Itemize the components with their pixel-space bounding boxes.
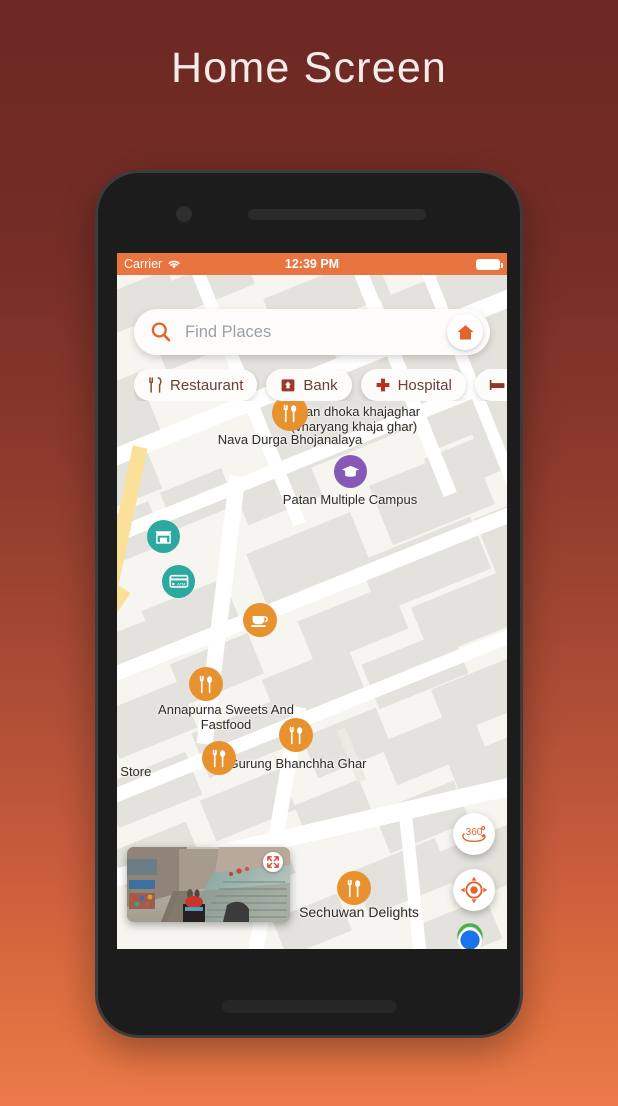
locate-crosshair-icon: [460, 876, 488, 904]
phone-mockup: Carrier 12:39 PM Find Places Restaurant …: [95, 170, 523, 1038]
map-pin-patan-campus[interactable]: [334, 455, 367, 488]
expand-streetview-button[interactable]: [263, 852, 283, 872]
status-bar: Carrier 12:39 PM: [117, 253, 507, 275]
home-icon: [456, 324, 474, 340]
map-pin-annapurna[interactable]: [189, 667, 223, 701]
map-label-sechuwan-delights: Sechuwan Delights: [299, 904, 419, 920]
shop-icon: [155, 531, 172, 544]
chip-hospital-label: Hospital: [397, 376, 452, 394]
status-bar-right: [476, 258, 503, 270]
map-pin-atm[interactable]: ATM: [162, 565, 195, 598]
cross-icon: [376, 378, 389, 392]
category-chip-row[interactable]: Restaurant Bank Hospital: [134, 369, 507, 401]
map-pin-store[interactable]: [147, 520, 180, 553]
search-bar[interactable]: Find Places: [134, 309, 490, 355]
chip-restaurant-label: Restaurant: [170, 376, 244, 394]
map-canvas[interactable]: Find Places Restaurant Bank Hospital pat…: [117, 275, 507, 949]
map-label-nava-durga: Nava Durga Bhojanalaya: [217, 432, 363, 447]
360-label: 360: [466, 827, 483, 838]
home-indicator-bar: [221, 1000, 397, 1013]
graduation-cap-icon: [341, 465, 360, 477]
bed-icon: [489, 380, 505, 390]
map-pin-cafe[interactable]: [243, 603, 277, 637]
fork-spoon-icon: [212, 749, 226, 767]
phone-screen: Carrier 12:39 PM Find Places Restaurant …: [117, 253, 507, 949]
map-label-patan-campus: Patan Multiple Campus: [282, 492, 418, 507]
map-label-gurung-bhanchha: Gurung Bhanchha Ghar: [228, 756, 367, 771]
fork-spoon-icon: [283, 404, 297, 422]
fork-spoon-icon: [289, 726, 303, 744]
search-input[interactable]: Find Places: [185, 323, 447, 342]
expand-arrows-icon: [267, 856, 279, 868]
page-title: Home Screen: [170, 44, 448, 92]
map-pin-unnamed-restaurant[interactable]: [202, 741, 236, 775]
earpiece-speaker: [248, 209, 426, 220]
chip-hospital[interactable]: Hospital: [360, 369, 466, 401]
chip-bank[interactable]: Bank: [266, 369, 352, 401]
home-button[interactable]: [447, 314, 483, 350]
svg-text:ATM: ATM: [177, 582, 185, 587]
locate-me-button[interactable]: [453, 869, 495, 911]
street-view-360-button[interactable]: 360: [453, 813, 495, 855]
search-bar-container: Find Places: [134, 309, 490, 355]
atm-card-icon: ATM: [168, 574, 188, 588]
360-icon: 360: [462, 826, 486, 843]
fork-knife-icon: [149, 377, 162, 393]
street-view-thumbnail[interactable]: [127, 847, 290, 922]
status-bar-time: 12:39 PM: [284, 257, 340, 271]
fork-spoon-icon: [347, 879, 361, 897]
battery-icon: [476, 258, 503, 270]
front-camera-icon: [176, 206, 192, 222]
map-label-hara-store: hara Store: [117, 764, 152, 779]
map-pin-gurung-bhanchha[interactable]: [279, 718, 313, 752]
bank-building-icon: [281, 379, 295, 392]
fork-spoon-icon: [199, 675, 213, 693]
search-icon: [151, 322, 171, 342]
chip-bank-label: Bank: [303, 376, 338, 394]
map-pin-sechuwan-delights[interactable]: [337, 871, 371, 905]
coffee-cup-icon: [250, 615, 268, 627]
chip-hotel[interactable]: [474, 369, 507, 401]
user-location-dot[interactable]: [453, 923, 487, 949]
chip-restaurant[interactable]: Restaurant: [134, 369, 258, 401]
